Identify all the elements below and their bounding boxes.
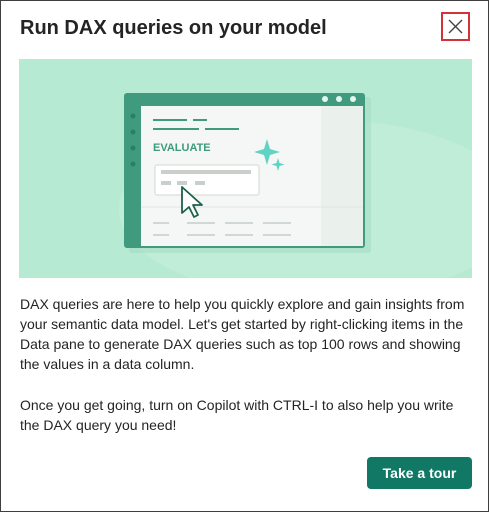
description-paragraph: DAX queries are here to help you quickly…: [20, 296, 465, 372]
hero-illustration: EVALUATE: [19, 59, 472, 278]
close-icon: [448, 19, 463, 34]
take-a-tour-button[interactable]: Take a tour: [367, 457, 472, 489]
copilot-paragraph: Once you get going, turn on Copilot with…: [20, 397, 454, 433]
dialog-title: Run DAX queries on your model: [20, 17, 327, 39]
evaluate-label: EVALUATE: [153, 142, 211, 154]
close-button[interactable]: [441, 12, 470, 41]
dax-queries-dialog: Run DAX queries on your model EVALUATE D…: [0, 0, 489, 512]
